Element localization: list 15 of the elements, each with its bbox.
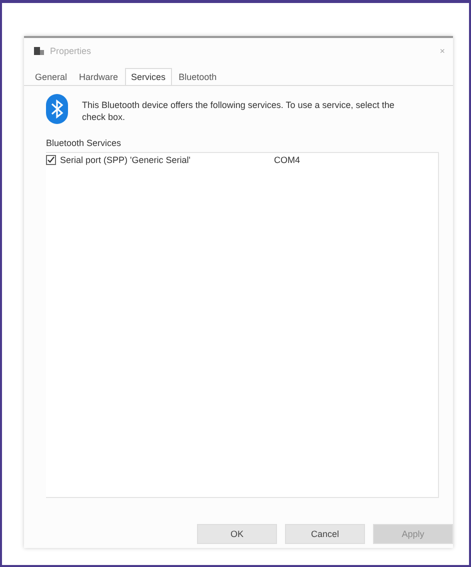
bluetooth-icon — [46, 94, 68, 124]
intro-text: This Bluetooth device offers the following services. To use a service, select the check box. — [82, 100, 396, 124]
dialog-button[interactable]: OK — [197, 524, 277, 544]
tab[interactable]: Services — [125, 68, 172, 85]
tab[interactable]: General — [30, 68, 72, 85]
port-label: COM4 — [274, 155, 300, 165]
device-icon — [34, 46, 44, 56]
dialog-button[interactable]: Cancel — [285, 524, 365, 544]
window-title: Properties — [50, 46, 92, 56]
service-name: Serial port (SPP) 'Generic Serial' — [60, 155, 192, 165]
tab[interactable]: Hardware — [74, 68, 124, 85]
section-label: Bluetooth Services — [46, 138, 122, 148]
services-list[interactable]: Serial port (SPP) 'Generic Serial' COM4 — [46, 152, 439, 498]
checkbox[interactable] — [46, 155, 56, 165]
tab[interactable]: Bluetooth — [174, 68, 222, 85]
